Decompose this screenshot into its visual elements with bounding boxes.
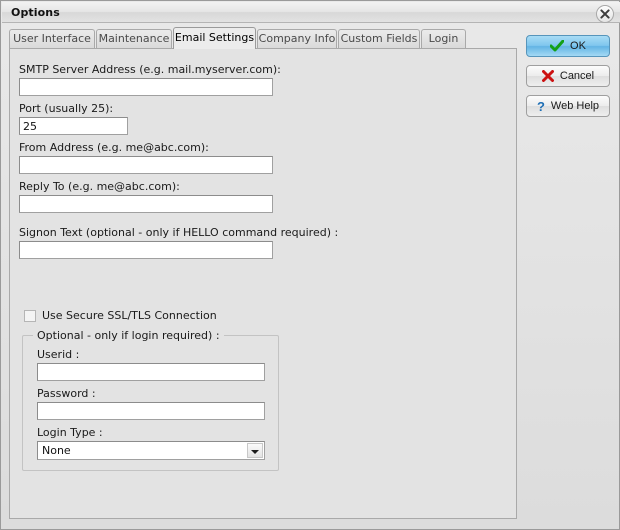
from-address-input[interactable] <box>19 156 273 174</box>
reply-to-input[interactable] <box>19 195 273 213</box>
chevron-down-icon[interactable] <box>247 443 263 458</box>
x-icon <box>541 70 554 82</box>
ok-button[interactable]: OK <box>526 35 610 57</box>
window-title: Options <box>11 6 60 19</box>
tab-login[interactable]: Login <box>421 29 466 48</box>
signon-text-input[interactable] <box>19 241 273 259</box>
tab-user-interface[interactable]: User Interface <box>9 29 95 48</box>
options-dialog: Options User Interface Maintenance Email… <box>0 0 620 530</box>
question-mark-icon: ? <box>536 98 545 114</box>
smtp-server-input[interactable] <box>19 78 273 96</box>
tab-label: Maintenance <box>98 32 170 45</box>
ssl-checkbox-label: Use Secure SSL/TLS Connection <box>42 309 217 322</box>
cancel-button[interactable]: Cancel <box>526 65 610 87</box>
email-settings-panel: SMTP Server Address (e.g. mail.myserver.… <box>9 48 517 519</box>
login-type-value: None <box>42 444 71 457</box>
tab-email-settings[interactable]: Email Settings <box>173 27 256 49</box>
smtp-server-label: SMTP Server Address (e.g. mail.myserver.… <box>19 63 281 76</box>
signon-text-label: Signon Text (optional - only if HELLO co… <box>19 226 339 239</box>
email-settings-form: SMTP Server Address (e.g. mail.myserver.… <box>10 49 516 518</box>
password-label: Password : <box>37 387 96 400</box>
userid-label: Userid : <box>37 348 80 361</box>
tab-maintenance[interactable]: Maintenance <box>96 29 172 48</box>
login-type-label: Login Type : <box>37 426 103 439</box>
web-help-button[interactable]: ? Web Help <box>526 95 610 117</box>
tab-strip: User Interface Maintenance Email Setting… <box>9 27 514 49</box>
tab-label: Company Info <box>258 32 336 45</box>
login-options-group: Optional - only if login required) : Use… <box>22 329 279 471</box>
close-icon[interactable] <box>596 5 614 23</box>
reply-to-label: Reply To (e.g. me@abc.com): <box>19 180 180 193</box>
close-glyph <box>600 9 610 19</box>
userid-input[interactable] <box>37 363 265 381</box>
tab-custom-fields[interactable]: Custom Fields <box>338 29 420 48</box>
tab-label: User Interface <box>13 32 91 45</box>
ok-button-label: OK <box>570 40 586 52</box>
cancel-button-label: Cancel <box>559 70 595 82</box>
from-address-label: From Address (e.g. me@abc.com): <box>19 141 209 154</box>
login-type-select[interactable]: None <box>37 441 265 460</box>
login-options-group-title: Optional - only if login required) : <box>33 329 224 342</box>
ssl-checkbox[interactable] <box>24 310 36 322</box>
port-label: Port (usually 25): <box>19 102 114 115</box>
web-help-button-label: Web Help <box>550 100 600 112</box>
check-icon <box>550 40 565 52</box>
title-bar: Options <box>2 2 620 23</box>
password-input[interactable] <box>37 402 265 420</box>
tab-company-info[interactable]: Company Info <box>257 29 337 48</box>
tab-label: Custom Fields <box>340 32 418 45</box>
port-input[interactable] <box>19 117 128 135</box>
tab-label: Email Settings <box>174 31 255 44</box>
tab-label: Login <box>428 32 459 45</box>
